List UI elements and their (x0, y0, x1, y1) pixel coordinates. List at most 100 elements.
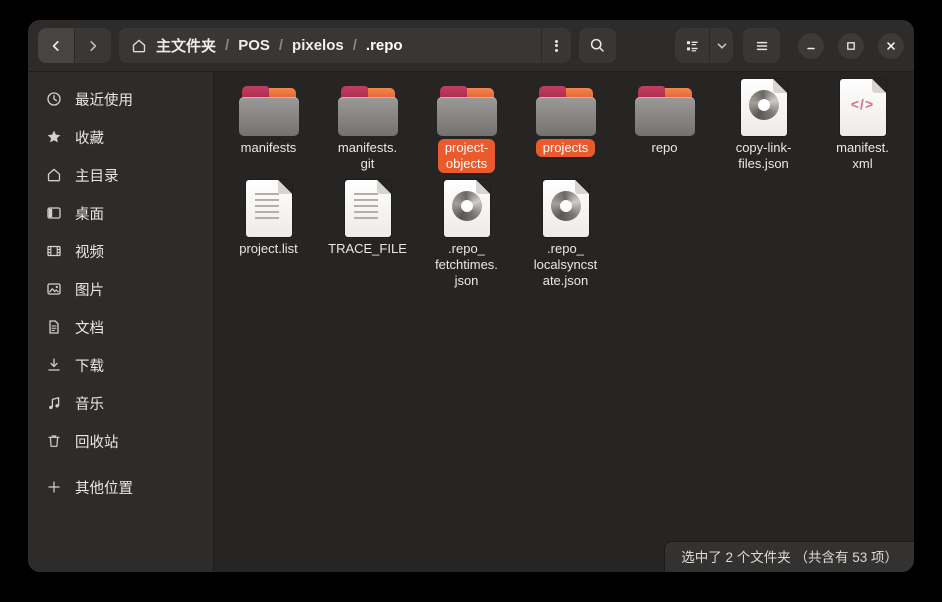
sidebar-item-other-locations[interactable]: 其他位置 (36, 472, 205, 502)
breadcrumb-separator: / (279, 37, 283, 54)
sidebar-item-label: 其他位置 (75, 477, 133, 498)
json-file-icon (444, 179, 490, 237)
file-label: .repo_ localsyncst ate.json (527, 240, 605, 290)
close-icon (885, 40, 897, 52)
image-icon (46, 281, 62, 297)
file-label: projects (536, 139, 596, 157)
sidebar-item-downloads[interactable]: 下载 (36, 350, 205, 380)
selection-status: 选中了 2 个文件夹 （共含有 53 项） (664, 541, 914, 572)
file-label: .repo_ fetchtimes. json (428, 240, 505, 290)
file-item-copy-link-files-json[interactable]: copy-link- files.json (714, 76, 813, 173)
window-controls (798, 33, 904, 59)
sidebar-item-label: 视频 (75, 241, 104, 262)
document-icon (46, 319, 62, 335)
view-toggle (675, 28, 733, 63)
minimize-button[interactable] (798, 33, 824, 59)
breadcrumb: 主文件夹 / POS / pixelos / .repo (119, 28, 571, 63)
file-label: manifest. xml (829, 139, 896, 173)
view-options-button[interactable] (710, 28, 733, 63)
text-file-icon (345, 179, 391, 237)
sidebar-item-home[interactable]: 主目录 (36, 160, 205, 190)
list-view-icon (684, 38, 700, 54)
folder-icon (437, 78, 497, 136)
history-nav (38, 28, 111, 63)
breadcrumb-segment-pixelos[interactable]: pixelos (292, 37, 344, 54)
minimize-icon (805, 40, 817, 52)
sidebar-item-label: 收藏 (75, 127, 104, 148)
sidebar-item-label: 主目录 (75, 165, 119, 186)
file-label: copy-link- files.json (729, 139, 799, 173)
sidebar-item-music[interactable]: 音乐 (36, 388, 205, 418)
breadcrumb-segment-pos[interactable]: POS (238, 37, 270, 54)
folder-icon (536, 78, 596, 136)
trash-icon (46, 433, 62, 449)
sidebar-item-label: 图片 (75, 279, 104, 300)
folder-icon (338, 78, 398, 136)
home-icon (46, 167, 62, 183)
breadcrumb-separator: / (353, 37, 357, 54)
xml-file-icon: </> (840, 78, 886, 136)
file-view[interactable]: manifests manifests. git project- object… (214, 72, 914, 572)
file-label: project.list (232, 240, 305, 258)
sidebar-item-pictures[interactable]: 图片 (36, 274, 205, 304)
list-view-button[interactable] (675, 28, 709, 63)
desktop-icon (46, 205, 62, 221)
file-grid: manifests manifests. git project- object… (214, 72, 914, 290)
chevron-down-icon (715, 39, 729, 53)
chevron-right-icon (85, 38, 101, 54)
sidebar-item-trash[interactable]: 回收站 (36, 426, 205, 456)
kebab-icon (555, 38, 558, 53)
chevron-left-icon (48, 38, 64, 54)
clock-icon (46, 91, 62, 107)
file-item-trace-file[interactable]: TRACE_FILE (318, 177, 417, 290)
forward-button[interactable] (75, 28, 111, 63)
breadcrumb-segment-repo[interactable]: .repo (366, 37, 403, 54)
maximize-icon (845, 40, 857, 52)
sidebar-item-label: 下载 (75, 355, 104, 376)
file-label: manifests (234, 139, 304, 157)
sidebar-item-label: 回收站 (75, 431, 119, 452)
json-file-icon (543, 179, 589, 237)
film-icon (46, 243, 62, 259)
file-item-repo-localsyncstate-json[interactable]: .repo_ localsyncst ate.json (516, 177, 615, 290)
folder-icon (635, 78, 695, 136)
file-label: manifests. git (331, 139, 404, 173)
sidebar-item-label: 文档 (75, 317, 104, 338)
close-button[interactable] (878, 33, 904, 59)
sidebar-item-desktop[interactable]: 桌面 (36, 198, 205, 228)
home-icon (131, 38, 147, 54)
file-item-manifest-xml[interactable]: </> manifest. xml (813, 76, 912, 173)
folder-icon (239, 78, 299, 136)
search-icon (589, 37, 606, 54)
back-button[interactable] (38, 28, 74, 63)
breadcrumb-home[interactable]: 主文件夹 (156, 35, 216, 56)
main-menu-button[interactable] (743, 28, 780, 63)
music-note-icon (46, 395, 62, 411)
path-menu-button[interactable] (541, 28, 571, 63)
sidebar-item-videos[interactable]: 视频 (36, 236, 205, 266)
file-item-projects[interactable]: projects (516, 76, 615, 173)
sidebar-item-label: 音乐 (75, 393, 104, 414)
search-button[interactable] (579, 28, 616, 63)
file-item-manifests-git[interactable]: manifests. git (318, 76, 417, 173)
file-item-repo-fetchtimes-json[interactable]: .repo_ fetchtimes. json (417, 177, 516, 290)
code-glyph: </> (840, 96, 886, 112)
file-label: TRACE_FILE (321, 240, 414, 258)
file-item-project-list[interactable]: project.list (219, 177, 318, 290)
plus-icon (46, 479, 62, 495)
file-item-project-objects[interactable]: project- objects (417, 76, 516, 173)
sidebar-item-label: 桌面 (75, 203, 104, 224)
maximize-button[interactable] (838, 33, 864, 59)
sidebar: 最近使用 收藏 主目录 桌面 视频 图片 (28, 72, 214, 572)
sidebar-item-recent[interactable]: 最近使用 (36, 84, 205, 114)
sidebar-item-starred[interactable]: 收藏 (36, 122, 205, 152)
sidebar-item-documents[interactable]: 文档 (36, 312, 205, 342)
file-label: repo (644, 139, 684, 157)
breadcrumb-separator: / (225, 37, 229, 54)
file-manager-window: 主文件夹 / POS / pixelos / .repo (28, 20, 914, 572)
file-item-manifests[interactable]: manifests (219, 76, 318, 173)
sidebar-item-label: 最近使用 (75, 89, 133, 110)
json-file-icon (741, 78, 787, 136)
header-bar: 主文件夹 / POS / pixelos / .repo (28, 20, 914, 72)
file-item-repo[interactable]: repo (615, 76, 714, 173)
